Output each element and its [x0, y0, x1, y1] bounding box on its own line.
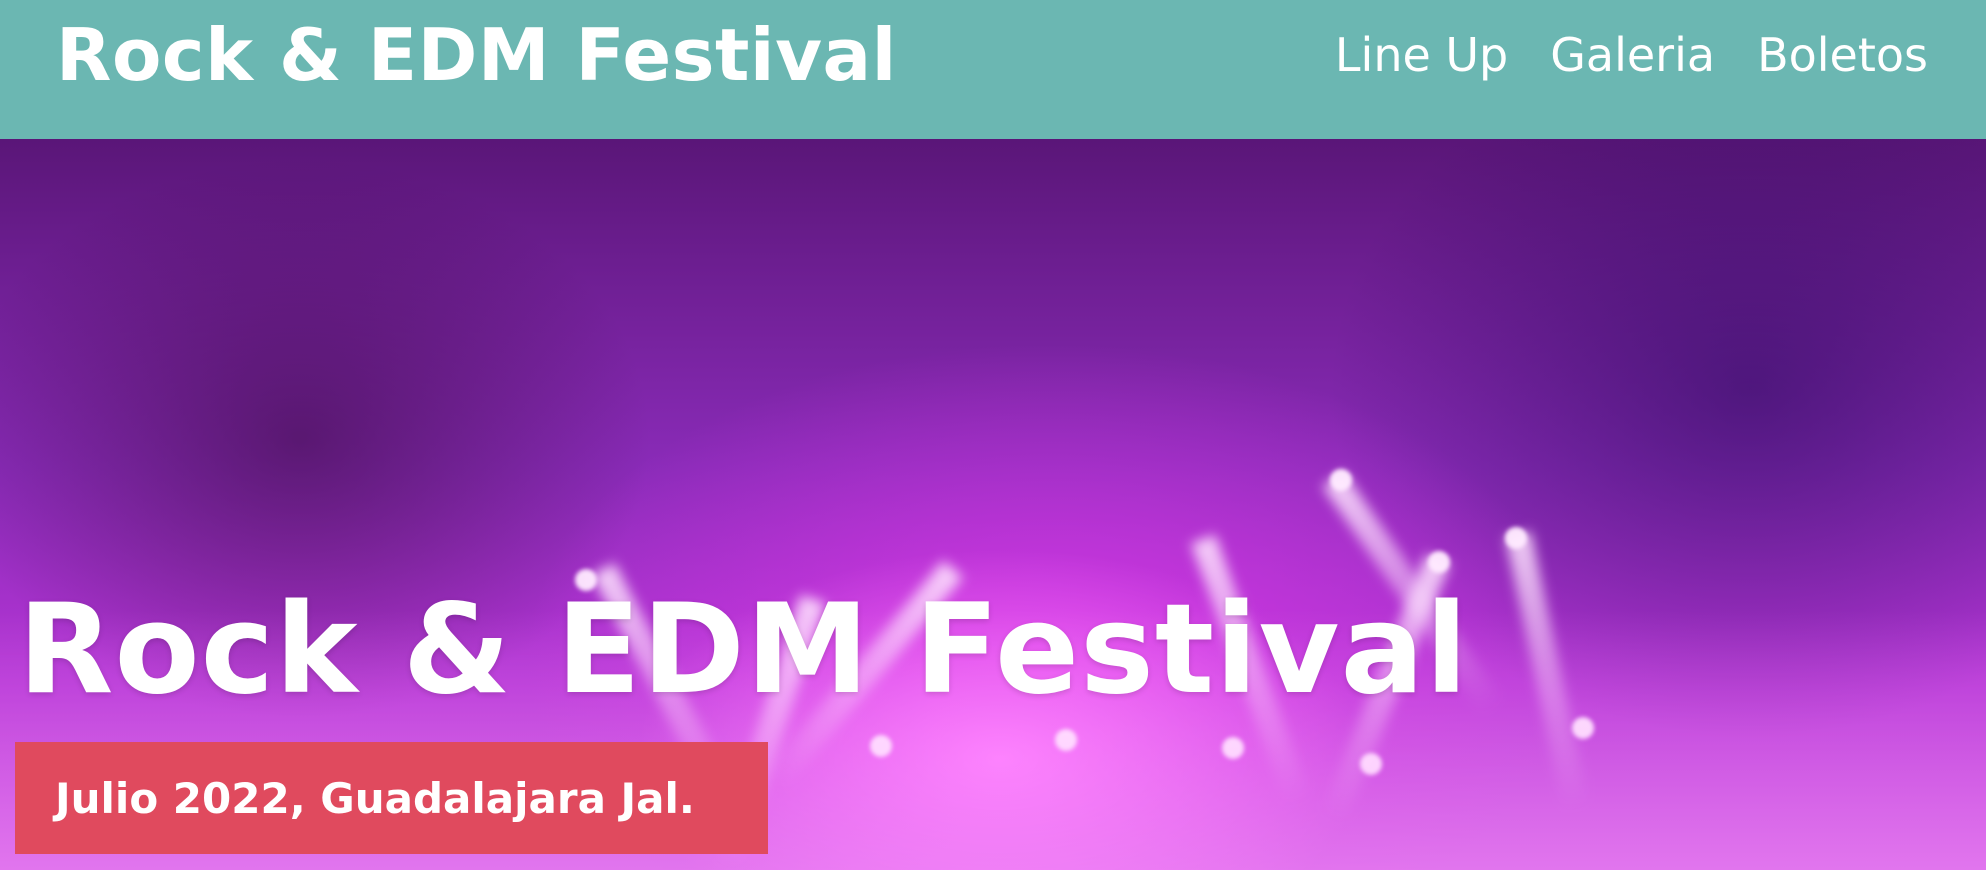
stage-light-spot: [1505, 527, 1527, 549]
nav-link-galeria[interactable]: Galeria: [1550, 28, 1715, 82]
site-header: Rock & EDM Festival Line Up Galeria Bole…: [0, 0, 1986, 139]
hero-banner: Rock & EDM Festival Julio 2022, Guadalaj…: [0, 139, 1986, 870]
nav-link-line-up[interactable]: Line Up: [1335, 28, 1508, 82]
date-location-badge: Julio 2022, Guadalajara Jal.: [15, 742, 768, 854]
main-nav: Line Up Galeria Boletos: [1335, 28, 1928, 82]
hero-title: Rock & EDM Festival: [18, 578, 1469, 722]
nav-link-boletos[interactable]: Boletos: [1757, 28, 1928, 82]
stage-light-spot: [1330, 469, 1352, 491]
stage-light-spot: [1428, 551, 1450, 573]
brand-logo-link[interactable]: Rock & EDM Festival: [56, 19, 897, 91]
